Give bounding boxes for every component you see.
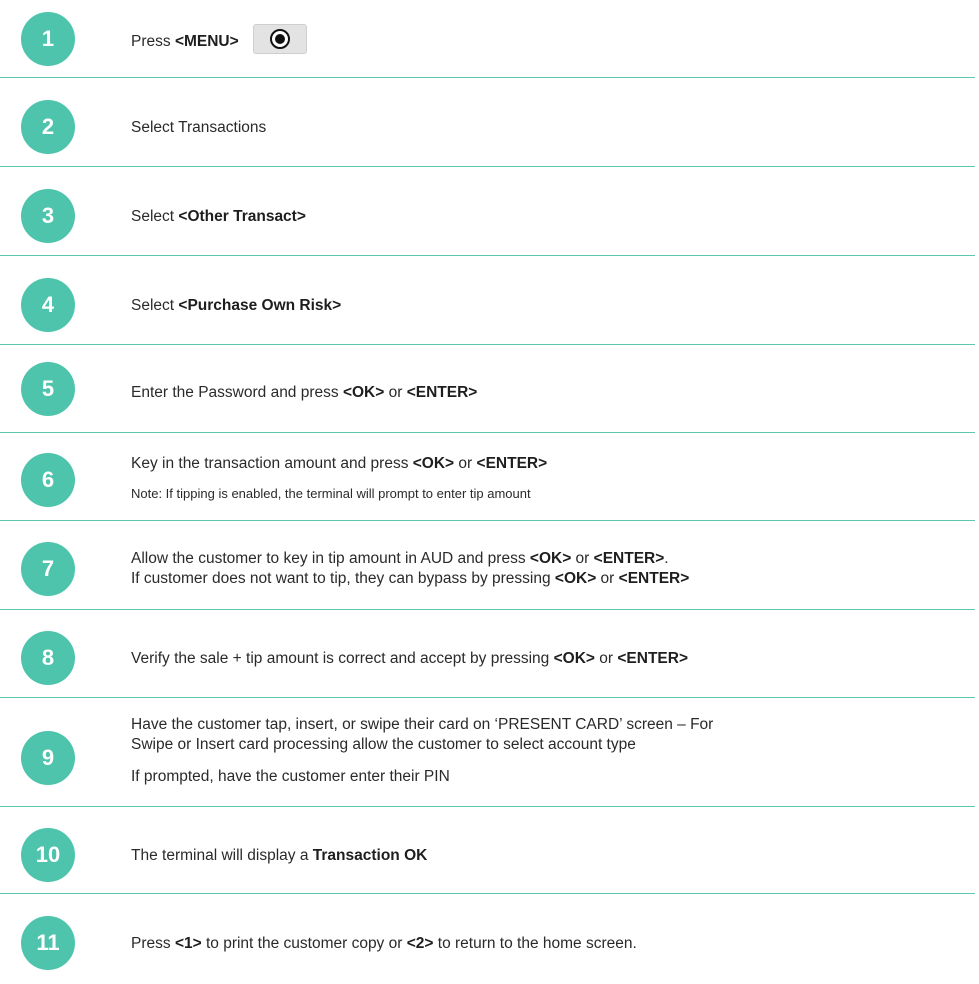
step-number-badge: 10	[21, 828, 75, 882]
instruction-text: or	[454, 455, 477, 472]
step-number-badge: 6	[21, 453, 75, 507]
instruction-text: Allow the customer to key in tip amount …	[131, 550, 530, 567]
key-label: <ENTER>	[593, 550, 665, 567]
instruction-text: Press	[131, 33, 175, 51]
key-label: <Other Transact>	[178, 208, 306, 225]
instruction-text: Key in the transaction amount and press	[131, 455, 413, 472]
instruction-line: If customer does not want to tip, they c…	[131, 569, 959, 589]
key-label: <OK>	[412, 455, 455, 472]
divider	[0, 893, 975, 894]
key-label: <MENU>	[174, 33, 239, 51]
divider	[0, 255, 975, 256]
step-instruction: Press <1> to print the customer copy or …	[131, 934, 959, 954]
step-instruction: Press <MENU>	[131, 24, 959, 54]
divider	[0, 609, 975, 610]
key-label: <OK>	[342, 384, 385, 401]
instruction-text: Select Transactions	[131, 119, 267, 136]
step-number-badge: 11	[21, 916, 75, 970]
step-instruction: Allow the customer to key in tip amount …	[131, 549, 959, 589]
key-label: <ENTER>	[618, 570, 690, 587]
key-label: <OK>	[553, 650, 595, 667]
step-instruction: Select <Other Transact>	[131, 207, 959, 227]
step-instruction: Verify the sale + tip amount is correct …	[131, 649, 959, 669]
divider	[0, 432, 975, 433]
key-label: <1>	[174, 935, 202, 952]
step-number-badge: 5	[21, 362, 75, 416]
divider	[0, 806, 975, 807]
divider	[0, 166, 975, 167]
key-label: <OK>	[554, 570, 597, 587]
instruction-text: .	[664, 550, 669, 567]
step-instruction: Key in the transaction amount and press …	[131, 454, 959, 504]
instruction-text: The terminal will display a	[131, 847, 313, 864]
instruction-line: Allow the customer to key in tip amount …	[131, 549, 959, 569]
step-number-badge: 9	[21, 731, 75, 785]
step-number-badge: 4	[21, 278, 75, 332]
instruction-text: or	[594, 650, 618, 667]
key-label: <OK>	[529, 550, 572, 567]
key-label: <ENTER>	[476, 455, 548, 472]
menu-key-icon	[253, 24, 307, 54]
step-number-badge: 7	[21, 542, 75, 596]
instruction-text: Press	[131, 935, 175, 952]
key-label: <ENTER>	[406, 384, 478, 401]
status-label: Transaction OK	[312, 847, 428, 864]
step-number-badge: 3	[21, 189, 75, 243]
instruction-text: If customer does not want to tip, they c…	[131, 570, 555, 587]
step-instruction: The terminal will display a Transaction …	[131, 846, 959, 866]
step-number-badge: 2	[21, 100, 75, 154]
divider	[0, 77, 975, 78]
divider	[0, 697, 975, 698]
step-instruction: Select Transactions	[131, 118, 959, 138]
key-label: <ENTER>	[617, 650, 689, 667]
step-instruction: Have the customer tap, insert, or swipe …	[131, 715, 959, 787]
instruction-line: Key in the transaction amount and press …	[131, 454, 959, 474]
tipping-note: Note: If tipping is enabled, the termina…	[131, 486, 531, 501]
key-label: <Purchase Own Risk>	[178, 297, 342, 314]
instruction-text: to return to the home screen.	[433, 935, 637, 952]
divider	[0, 344, 975, 345]
instruction-text: or	[384, 384, 407, 401]
step-number-badge: 1	[21, 12, 75, 66]
step-number-badge: 8	[21, 631, 75, 685]
key-label: <2>	[406, 935, 434, 952]
instruction-text: Select	[131, 297, 179, 314]
instruction-text: Enter the Password and press	[131, 384, 343, 401]
step-instruction: Select <Purchase Own Risk>	[131, 296, 959, 316]
instruction-text: or	[571, 550, 594, 567]
instruction-text: Verify the sale + tip amount is correct …	[131, 650, 554, 667]
step-1: 1 Press <MENU>	[0, 12, 979, 66]
instruction-text: or	[596, 570, 619, 587]
divider	[0, 520, 975, 521]
instruction-text: Select	[131, 208, 179, 225]
instruction-text: to print the customer copy or	[201, 935, 407, 952]
instruction-line: Swipe or Insert card processing allow th…	[131, 736, 636, 753]
step-instruction: Enter the Password and press <OK> or <EN…	[131, 383, 959, 403]
instruction-line: Have the customer tap, insert, or swipe …	[131, 716, 714, 733]
pin-instruction: If prompted, have the customer enter the…	[131, 768, 450, 785]
